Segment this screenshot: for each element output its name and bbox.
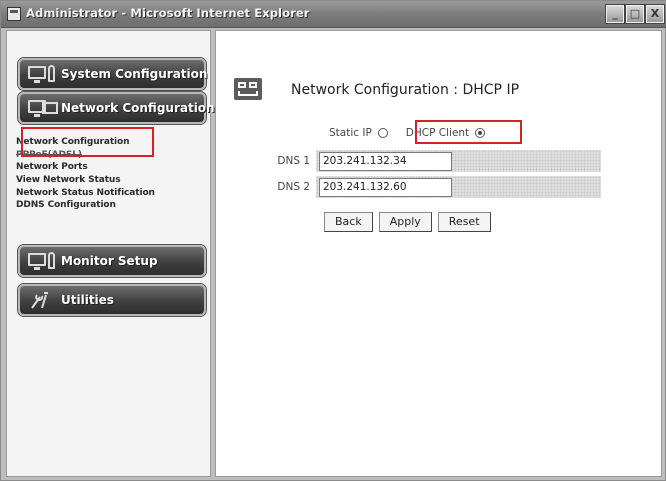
browser-window: Administrator - Microsoft Internet Explo…: [0, 0, 666, 481]
submenu-link-ddns-configuration[interactable]: DDNS Configuration: [16, 199, 208, 212]
title-bar: Administrator - Microsoft Internet Explo…: [1, 1, 666, 28]
dns2-input[interactable]: 203.241.132.60: [319, 177, 452, 197]
highlight-box: [415, 120, 522, 144]
dns2-row: DNS 2 203.241.132.60: [256, 175, 601, 199]
dns1-row: DNS 1 203.241.132.34: [256, 149, 601, 173]
reset-button[interactable]: Reset: [437, 212, 491, 232]
network-icon: [234, 78, 262, 100]
page-title: Network Configuration : DHCP IP: [291, 82, 520, 98]
dns1-input[interactable]: 203.241.132.34: [319, 151, 452, 171]
static-ip-label: Static IP: [329, 127, 372, 139]
minimize-button[interactable]: _: [605, 4, 625, 24]
nav-button-network-configuration[interactable]: Network Configuration: [18, 92, 215, 124]
sidebar: System Configuration Network Configurati…: [6, 30, 215, 477]
network-icon: [28, 99, 58, 117]
highlight-box: [21, 127, 154, 157]
window-title: Administrator - Microsoft Internet Explo…: [26, 6, 310, 20]
nav-button-monitor-setup[interactable]: Monitor Setup: [18, 245, 206, 277]
main-panel: Network Configuration : DHCP IP Static I…: [215, 30, 662, 477]
ie-app-icon: [7, 7, 21, 21]
monitor-key-icon: [28, 65, 58, 83]
nav-button-system-configuration[interactable]: System Configuration: [18, 58, 208, 90]
dns2-label: DNS 2: [277, 181, 310, 193]
monitor-key-icon: [28, 252, 58, 270]
dns1-label: DNS 1: [277, 155, 310, 167]
back-button[interactable]: Back: [324, 212, 373, 232]
maximize-button[interactable]: □: [625, 4, 645, 24]
static-ip-radio[interactable]: [377, 128, 388, 138]
submenu-link-network-ports[interactable]: Network Ports: [16, 161, 208, 174]
nav-button-utilities[interactable]: Utilities: [18, 284, 206, 316]
window-controls: _ □ X: [605, 4, 665, 24]
submenu-link-view-network-status[interactable]: View Network Status: [16, 174, 208, 187]
static-ip-option[interactable]: Static IP: [329, 127, 388, 139]
form-actions: Back Apply Reset: [324, 212, 491, 232]
close-button[interactable]: X: [645, 4, 665, 24]
tools-icon: [28, 291, 58, 309]
nav-button-label: Network Configuration: [61, 101, 215, 115]
apply-button[interactable]: Apply: [378, 212, 432, 232]
nav-button-label: Utilities: [61, 293, 114, 307]
nav-button-label: Monitor Setup: [61, 254, 158, 268]
nav-button-label: System Configuration: [61, 67, 208, 81]
submenu-link-network-status-notification[interactable]: Network Status Notification: [16, 187, 208, 200]
